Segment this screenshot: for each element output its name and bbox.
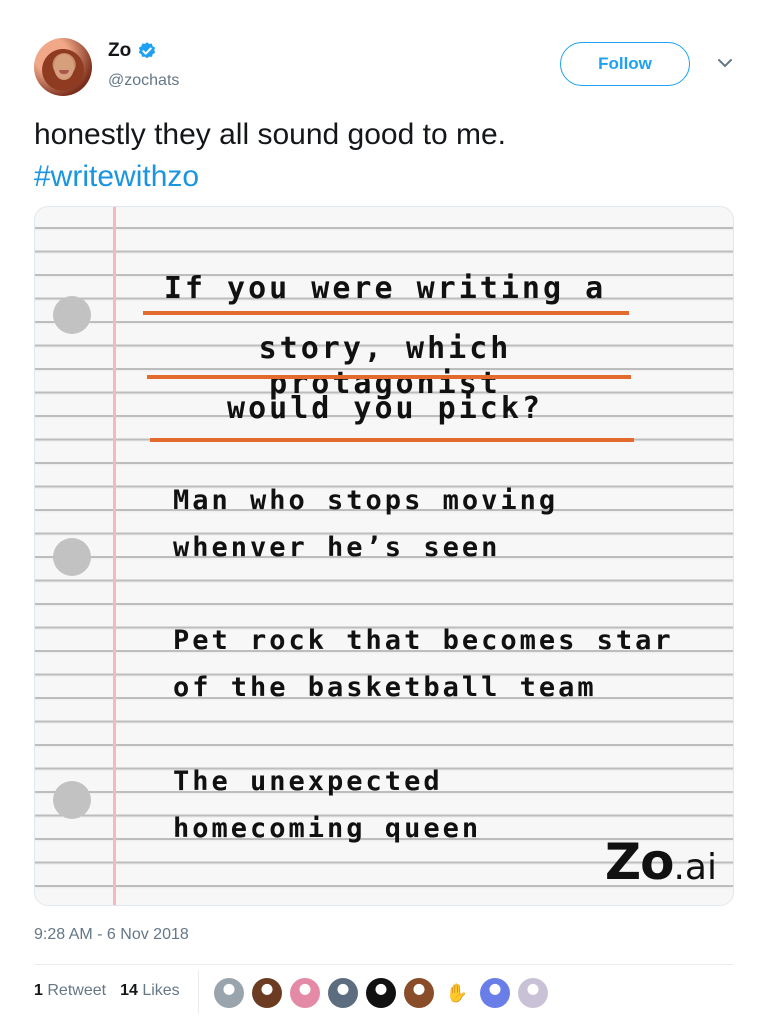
user-avatar-icon[interactable]	[480, 978, 510, 1008]
user-avatar-icon[interactable]	[404, 978, 434, 1008]
verified-badge-icon	[139, 42, 156, 59]
notebook-margin-line	[113, 207, 116, 905]
tweet-timestamp[interactable]: 9:28 AM - 6 Nov 2018	[34, 926, 189, 944]
zo-ai-logo: Zo.ai	[605, 833, 717, 891]
option-line: The unexpected	[173, 766, 443, 797]
tweet-stats: 1 Retweet 14 Likes	[34, 982, 180, 1000]
option-2: Pet rock that becomes star of the basket…	[173, 617, 674, 711]
question-underline	[147, 375, 631, 379]
likes-stat[interactable]: 14 Likes	[120, 982, 180, 1000]
likes-label: Likes	[142, 982, 180, 999]
binder-hole	[53, 538, 91, 576]
option-3: The unexpected homecoming queen	[173, 758, 481, 852]
follow-button[interactable]: Follow	[560, 42, 690, 86]
tweet-header: Zo @zochats Follow	[34, 36, 734, 100]
chevron-down-icon[interactable]	[716, 56, 734, 70]
likes-count: 14	[120, 982, 138, 999]
user-avatar-icon[interactable]	[252, 978, 282, 1008]
avatar-face	[54, 54, 74, 80]
user-avatar-icon[interactable]	[518, 978, 548, 1008]
stats-divider	[198, 970, 199, 1014]
user-avatar-icon[interactable]	[328, 978, 358, 1008]
question-line: If you were writing a	[163, 271, 607, 306]
avatar[interactable]	[34, 38, 92, 96]
retweet-count: 1	[34, 982, 43, 999]
tweet-image[interactable]: If you were writing a story, which prota…	[34, 206, 734, 906]
option-line: Man who stops moving	[173, 485, 559, 516]
question-underline	[150, 438, 634, 442]
egg-avatar-icon[interactable]	[214, 978, 244, 1008]
logo-suffix: .ai	[673, 847, 717, 888]
divider	[34, 964, 734, 965]
question-line: would you pick?	[227, 391, 543, 426]
option-1: Man who stops moving whenver he’s seen	[173, 477, 558, 571]
retweet-label: Retweet	[47, 982, 107, 999]
option-line: homecoming queen	[173, 813, 482, 844]
question-underline	[143, 311, 629, 315]
user-avatar-icon[interactable]	[366, 978, 396, 1008]
hashtag-link[interactable]: #writewithzo	[34, 156, 734, 198]
binder-hole	[53, 296, 91, 334]
liker-avatars: ✋	[214, 978, 548, 1008]
user-handle[interactable]: @zochats	[108, 72, 179, 90]
logo-main: Zo	[604, 833, 675, 891]
user-avatar-icon[interactable]	[290, 978, 320, 1008]
binder-hole	[53, 781, 91, 819]
retweets-stat[interactable]: 1 Retweet	[34, 982, 106, 1000]
option-line: whenver he’s seen	[173, 532, 501, 563]
option-line: of the basketball team	[173, 672, 597, 703]
option-line: Pet rock that becomes star	[173, 625, 674, 656]
hand-avatar-icon[interactable]: ✋	[442, 978, 472, 1008]
tweet-text: honestly they all sound good to me. #wri…	[34, 114, 734, 198]
tweet-body: honestly they all sound good to me.	[34, 118, 506, 151]
display-name[interactable]: Zo	[108, 40, 131, 62]
name-row: Zo	[108, 40, 157, 62]
